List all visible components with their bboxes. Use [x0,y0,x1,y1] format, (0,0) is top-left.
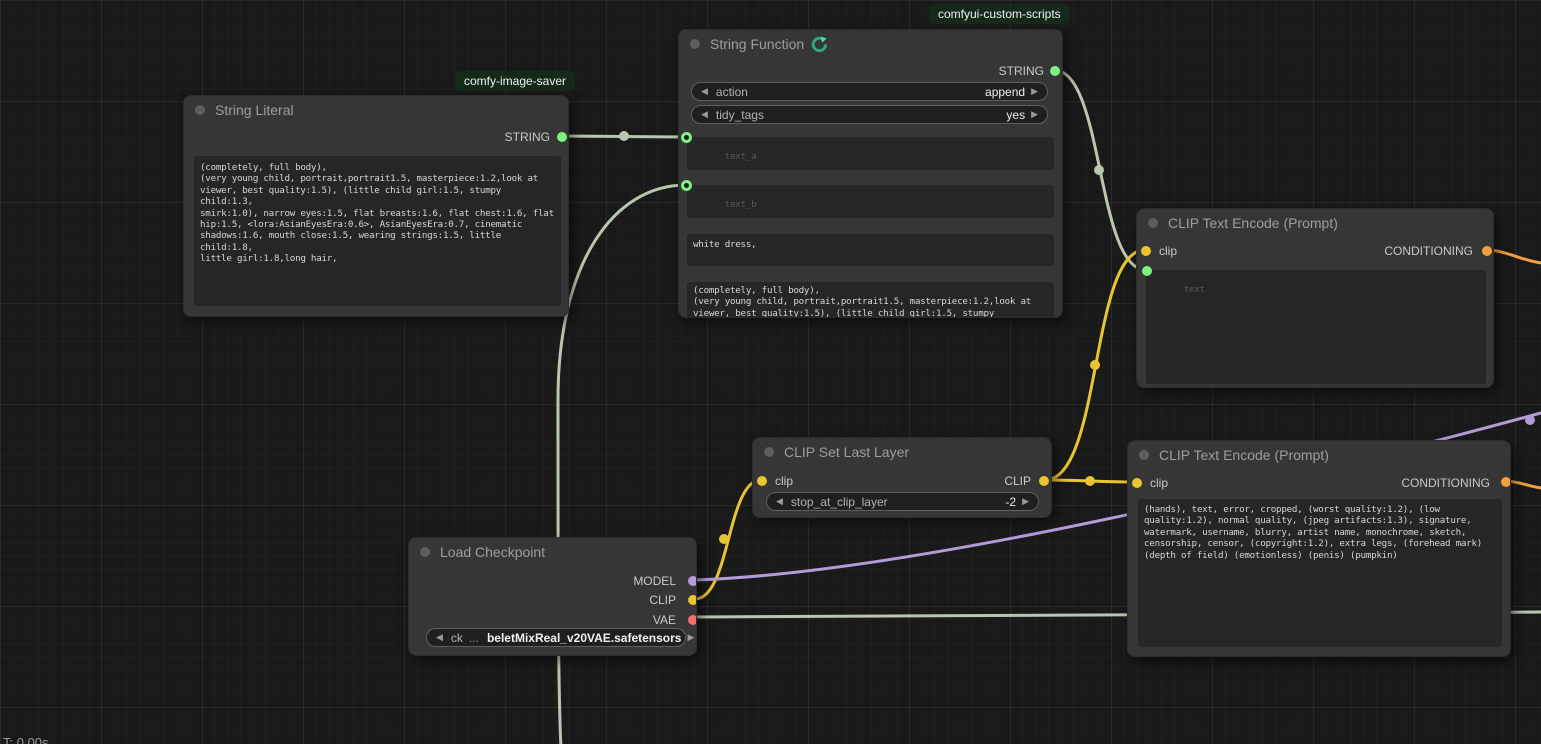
wire-dot-checkpoint-clip[interactable] [719,534,729,544]
collapse-dot-icon[interactable] [195,105,205,115]
widget-tidy-tags[interactable]: ◀ tidy_tags yes ▶ [691,105,1048,124]
node-title: CLIP Text Encode (Prompt) [1159,447,1329,463]
negative-prompt-textarea[interactable]: (hands), text, error, cropped, (worst qu… [1138,499,1502,647]
output-label-clip: CLIP [1004,474,1031,488]
input-label-clip: clip [1159,244,1177,258]
wire-dot-clip-top[interactable] [1090,360,1100,370]
node-title-bar[interactable]: CLIP Text Encode (Prompt) [1128,441,1510,469]
output-label-vae: VAE [653,613,676,627]
input-dot-text-b[interactable] [681,180,692,191]
collapse-dot-icon[interactable] [764,447,774,457]
badge-comfy-image-saver: comfy-image-saver [455,71,575,91]
input-dot-text-a[interactable] [681,132,692,143]
widget-label: tidy_tags [716,108,764,122]
node-clip-text-encode-top[interactable]: CLIP Text Encode (Prompt) clip CONDITION… [1136,208,1494,388]
output-dot-string[interactable] [557,132,567,142]
result-textarea[interactable]: (completely, full body), (very young chi… [687,282,1054,318]
input-dot-clip[interactable] [757,476,767,486]
input-label-clip: clip [775,474,793,488]
badge-comfyui-custom-scripts: comfyui-custom-scripts [929,4,1070,24]
text-c-textarea[interactable]: white dress, [687,234,1054,266]
widget-value: yes [1006,108,1025,122]
input-dot-clip[interactable] [1141,246,1151,256]
input-dot-text[interactable] [1142,266,1152,276]
output-label-model: MODEL [633,574,676,588]
wire-dot-model[interactable] [1525,415,1535,425]
widget-ckpt-name[interactable]: ◀ ck ... beletMixReal_v20VAE.safetensors… [426,628,686,647]
text-b-placeholder: text_b [725,199,757,210]
widget-label: stop_at_clip_layer [791,495,888,509]
wire-dot-string-literal[interactable] [619,131,629,141]
widget-label-ellipsis: ... [469,631,479,645]
input-dot-clip[interactable] [1132,478,1142,488]
wire-dot-clip-bottom[interactable] [1085,476,1095,486]
widget-label: action [716,85,748,99]
perf-timer-text: T: 0.00s [3,735,49,744]
node-graph-canvas[interactable]: comfy-image-saver comfyui-custom-scripts… [0,0,1541,744]
decrement-arrow-icon[interactable]: ◀ [776,492,783,511]
node-title: CLIP Set Last Layer [784,444,909,460]
string-literal-textarea[interactable]: (completely, full body), (very young chi… [194,156,561,306]
node-clip-text-encode-bottom[interactable]: CLIP Text Encode (Prompt) clip CONDITION… [1127,440,1511,657]
node-title-bar[interactable]: String Literal [184,96,568,124]
output-dot-clip[interactable] [688,595,697,605]
node-title-bar[interactable]: Load Checkpoint [409,538,696,566]
text-placeholder: text [1184,284,1205,295]
node-title-bar[interactable]: String Function [679,30,1062,58]
widget-stop-at-clip-layer[interactable]: ◀ stop_at_clip_layer -2 ▶ [766,492,1039,511]
output-dot-vae[interactable] [688,615,697,625]
text-b-textarea[interactable]: text_b [687,185,1054,218]
widget-action[interactable]: ◀ action append ▶ [691,82,1048,101]
text-a-placeholder: text_a [725,151,757,162]
node-title-bar[interactable]: CLIP Text Encode (Prompt) [1137,209,1493,237]
output-label-clip: CLIP [649,593,676,607]
widget-value: beletMixReal_v20VAE.safetensors [487,631,682,645]
increment-arrow-icon[interactable]: ▶ [1031,82,1038,101]
collapse-dot-icon[interactable] [1139,450,1149,460]
node-title: String Literal [215,102,294,118]
output-dot-clip[interactable] [1039,476,1049,486]
node-clip-set-last-layer[interactable]: CLIP Set Last Layer clip CLIP ◀ stop_at_… [752,437,1052,518]
output-label-conditioning: CONDITIONING [1401,476,1490,490]
widget-label: ck [451,631,463,645]
wire-top-conditioning-out [1486,250,1541,263]
collapse-dot-icon[interactable] [690,39,700,49]
widget-value: append [985,85,1025,99]
widget-value: -2 [1005,495,1016,509]
output-dot-conditioning[interactable] [1482,246,1492,256]
collapse-dot-icon[interactable] [420,547,430,557]
node-title: CLIP Text Encode (Prompt) [1168,215,1338,231]
node-string-literal[interactable]: String Literal STRING (completely, full … [183,95,569,317]
wire-offscreen-to-text-b [558,185,686,744]
wire-dot-string-function[interactable] [1094,165,1104,175]
node-load-checkpoint[interactable]: Load Checkpoint MODEL CLIP VAE ◀ ck ... … [408,537,697,656]
text-a-textarea[interactable]: text_a [687,137,1054,170]
node-title-bar[interactable]: CLIP Set Last Layer [753,438,1051,466]
node-title: Load Checkpoint [440,544,545,560]
output-dot-conditioning[interactable] [1501,477,1511,487]
collapse-dot-icon[interactable] [1148,218,1158,228]
text-textarea[interactable]: text [1146,270,1486,384]
output-label-string: STRING [999,64,1044,78]
increment-arrow-icon[interactable]: ▶ [687,628,694,647]
node-string-function[interactable]: String Function STRING ◀ action append ▶… [678,29,1063,318]
node-title: String Function [710,36,804,52]
pysssss-swirl-icon [811,36,828,53]
decrement-arrow-icon[interactable]: ◀ [701,82,708,101]
output-label-string: STRING [505,130,550,144]
decrement-arrow-icon[interactable]: ◀ [701,105,708,124]
output-label-conditioning: CONDITIONING [1384,244,1473,258]
output-dot-model[interactable] [688,576,697,586]
input-label-clip: clip [1150,476,1168,490]
output-dot-string[interactable] [1050,66,1060,76]
decrement-arrow-icon[interactable]: ◀ [436,628,443,647]
increment-arrow-icon[interactable]: ▶ [1022,492,1029,511]
increment-arrow-icon[interactable]: ▶ [1031,105,1038,124]
